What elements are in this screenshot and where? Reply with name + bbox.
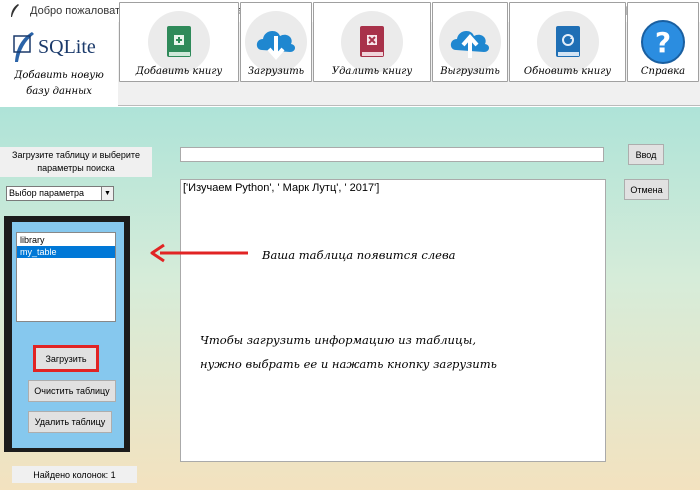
chevron-down-icon[interactable]: ▼ <box>101 187 113 200</box>
found-columns-label: Найдено колонок: 1 <box>12 466 137 483</box>
cancel-button[interactable]: Отмена <box>624 179 669 200</box>
tables-listbox[interactable]: library my_table <box>16 232 116 322</box>
sqlite-feather-icon <box>13 32 34 62</box>
search-input[interactable] <box>180 147 604 162</box>
delete-table-button[interactable]: Удалить таблицу <box>28 411 112 433</box>
load-instruction-line1: Чтобы загрузить информацию из таблицы, <box>200 333 476 347</box>
refresh-book-label: Обновить книгу <box>523 66 612 77</box>
help-label: Справка <box>640 66 686 77</box>
result-text-area[interactable]: ['Изучаем Python', ' Марк Лутц', ' 2017'… <box>180 179 606 462</box>
upload-button[interactable]: Выгрузить <box>432 2 508 82</box>
book-refresh-icon <box>536 11 599 73</box>
add-database-button[interactable]: SQLite Добавить новую базу данных <box>0 22 118 106</box>
add-database-label-line1: Добавить новую <box>14 70 104 81</box>
delete-book-button[interactable]: Удалить книгу <box>313 2 431 82</box>
red-arrow-icon <box>150 243 248 263</box>
table-hint-text: Ваша таблица появится слева <box>262 248 456 262</box>
sqlite-logo: SQLite <box>12 32 96 62</box>
add-book-label: Добавить книгу <box>135 66 223 77</box>
book-delete-icon <box>341 11 403 73</box>
clear-table-button[interactable]: Очистить таблицу <box>28 380 116 402</box>
book-add-icon <box>148 11 210 73</box>
download-label: Загрузить <box>247 66 305 77</box>
load-instruction-line2: нужно выбрать ее и нажать кнопку загрузи… <box>200 357 497 371</box>
feather-icon <box>8 4 22 18</box>
delete-book-label: Удалить книгу <box>331 66 413 77</box>
refresh-book-button[interactable]: Обновить книгу <box>509 2 626 82</box>
result-line: ['Изучаем Python', ' Марк Лутц', ' 2017'… <box>183 182 380 194</box>
list-item[interactable]: my_table <box>17 246 115 258</box>
cloud-upload-icon <box>439 11 501 73</box>
cloud-download-icon <box>245 11 307 73</box>
parameter-select[interactable]: Выбор параметра ▼ <box>6 186 114 201</box>
svg-text:?: ? <box>655 26 671 59</box>
list-item[interactable]: library <box>17 234 115 246</box>
help-icon: ? <box>632 11 694 73</box>
parameter-select-value: Выбор параметра <box>9 188 85 198</box>
sqlite-logo-text: SQLite <box>38 35 96 58</box>
upload-label: Выгрузить <box>440 66 500 77</box>
enter-button[interactable]: Ввод <box>628 144 664 165</box>
add-book-button[interactable]: Добавить книгу <box>119 2 239 82</box>
instruction-label: Загрузите таблицу и выберите параметры п… <box>0 147 152 177</box>
download-button[interactable]: Загрузить <box>240 2 312 82</box>
help-button[interactable]: ? Справка <box>627 2 699 82</box>
add-database-label-line2: базу данных <box>26 86 92 97</box>
load-table-button[interactable]: Загрузить <box>33 345 99 372</box>
